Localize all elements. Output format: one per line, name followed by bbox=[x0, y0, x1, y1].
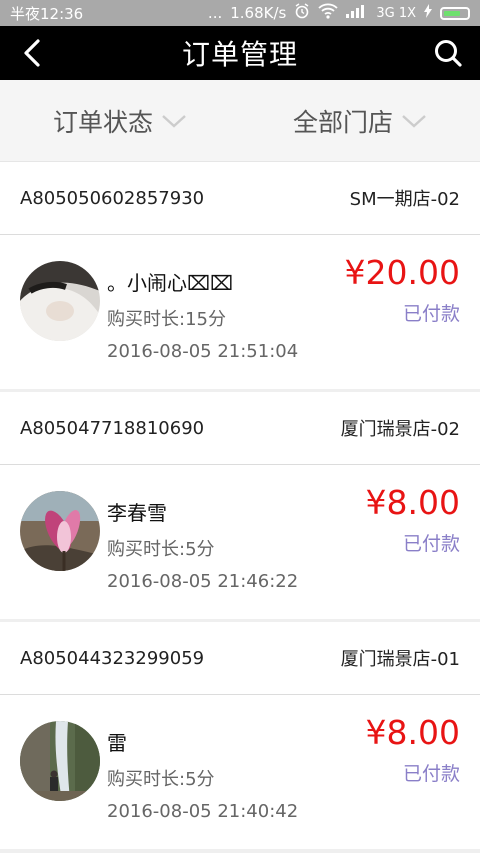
order-header: A805044323299059 厦门瑞景店-01 bbox=[0, 622, 480, 695]
network-speed: 1.68K/s bbox=[230, 4, 287, 22]
order-header: A805047718810690 厦门瑞景店-02 bbox=[0, 392, 480, 465]
page-title: 订单管理 bbox=[181, 38, 298, 71]
alarm-icon bbox=[294, 3, 310, 23]
filter-bar: 订单状态 全部门店 bbox=[0, 80, 480, 162]
status-indicators: ... 1.68K/s 3G 1X bbox=[208, 3, 470, 23]
order-card[interactable]: A805044323299059 厦门瑞景店-01 雷 购买时长:5分 2016… bbox=[0, 622, 480, 849]
store-name: SM一期店-02 bbox=[349, 189, 460, 210]
order-number: A805044323299059 bbox=[20, 647, 205, 669]
order-time: 2016-08-05 21:40:42 bbox=[107, 801, 299, 822]
customer-name: 雷 bbox=[107, 731, 127, 755]
purchase-duration: 购买时长:15分 bbox=[107, 309, 226, 330]
search-button[interactable] bbox=[430, 35, 466, 71]
avatar bbox=[20, 491, 100, 571]
store-filter[interactable]: 全部门店 bbox=[240, 103, 480, 139]
status-time: 半夜12:36 bbox=[10, 4, 84, 23]
more-dots-icon: ... bbox=[207, 4, 223, 22]
order-price: ¥20.00 bbox=[344, 253, 460, 292]
customer-name: 。小闹心⌧⌧ bbox=[107, 271, 234, 295]
order-time: 2016-08-05 21:46:22 bbox=[107, 571, 299, 592]
order-status-filter-label: 订单状态 bbox=[52, 107, 153, 137]
status-bar: 半夜12:36 ... 1.68K/s 3G 1X bbox=[0, 0, 480, 26]
charging-icon bbox=[424, 4, 432, 22]
battery-icon bbox=[440, 6, 470, 20]
purchase-duration: 购买时长:5分 bbox=[107, 769, 215, 790]
nav-bar: 订单管理 bbox=[0, 26, 480, 80]
order-time: 2016-08-05 21:51:04 bbox=[107, 341, 299, 362]
signal-type-label: 3G 1X bbox=[376, 5, 416, 21]
order-price: ¥8.00 bbox=[365, 713, 460, 752]
search-icon bbox=[434, 40, 462, 67]
store-filter-label: 全部门店 bbox=[292, 107, 393, 137]
order-header: A805050602857930 SM一期店-02 bbox=[0, 162, 480, 235]
order-number: A805047718810690 bbox=[20, 417, 205, 439]
purchase-duration: 购买时长:5分 bbox=[107, 539, 215, 560]
avatar bbox=[20, 721, 100, 801]
order-status-filter[interactable]: 订单状态 bbox=[0, 103, 240, 139]
chevron-down-icon bbox=[162, 114, 186, 128]
order-number: A805050602857930 bbox=[20, 187, 205, 209]
store-name: 厦门瑞景店-02 bbox=[340, 419, 460, 440]
order-card[interactable]: A805050602857930 SM一期店-02 。小闹心⌧⌧ 购买时长:15… bbox=[0, 162, 480, 389]
chevron-down-icon bbox=[402, 114, 426, 128]
order-body: 。小闹心⌧⌧ 购买时长:15分 2016-08-05 21:51:04 ¥20.… bbox=[0, 235, 480, 389]
cellular-signal-icon bbox=[346, 4, 368, 22]
back-button[interactable] bbox=[14, 35, 50, 71]
order-list: A805050602857930 SM一期店-02 。小闹心⌧⌧ 购买时长:15… bbox=[0, 162, 480, 849]
order-body: 李春雪 购买时长:5分 2016-08-05 21:46:22 ¥8.00 已付… bbox=[0, 465, 480, 619]
customer-name: 李春雪 bbox=[107, 501, 167, 525]
avatar bbox=[20, 261, 100, 341]
order-card[interactable]: A805047718810690 厦门瑞景店-02 李春雪 购买时长:5分 20… bbox=[0, 392, 480, 619]
store-name: 厦门瑞景店-01 bbox=[340, 649, 460, 670]
back-arrow-icon bbox=[24, 39, 40, 67]
payment-status: 已付款 bbox=[402, 303, 460, 325]
order-price: ¥8.00 bbox=[365, 483, 460, 522]
payment-status: 已付款 bbox=[402, 533, 460, 555]
wifi-icon bbox=[318, 3, 338, 23]
payment-status: 已付款 bbox=[402, 763, 460, 785]
order-body: 雷 购买时长:5分 2016-08-05 21:40:42 ¥8.00 已付款 bbox=[0, 695, 480, 849]
